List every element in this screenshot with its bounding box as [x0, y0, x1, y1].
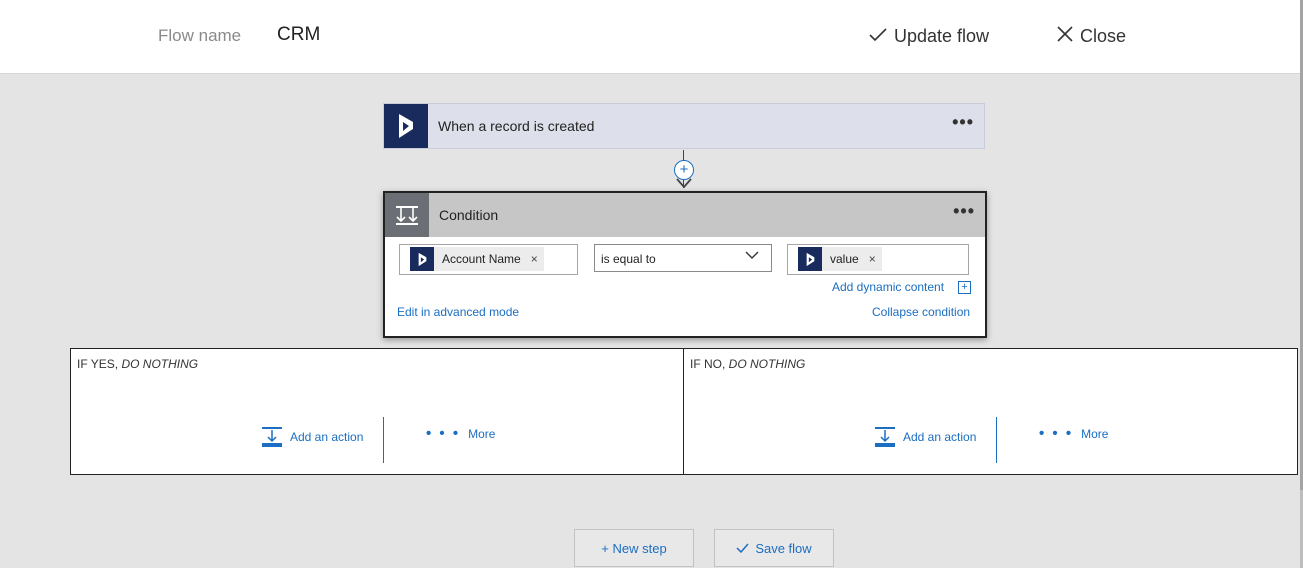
checkmark-icon [736, 543, 749, 553]
update-flow-button[interactable]: Update flow [869, 26, 989, 47]
close-label: Close [1080, 26, 1127, 46]
add-action-icon [262, 427, 282, 447]
no-more-button[interactable]: • • • More [1039, 425, 1109, 442]
add-action-label: Add an action [290, 430, 364, 444]
value-token[interactable]: value × [798, 247, 882, 271]
dynamics-icon [798, 247, 822, 271]
add-dynamic-content-icon[interactable]: + [958, 281, 971, 294]
remove-token-icon[interactable]: × [869, 252, 876, 266]
insert-step-plus-icon[interactable]: + [674, 160, 694, 180]
new-step-label: + New step [601, 540, 667, 556]
no-add-action-button[interactable]: Add an action [875, 427, 976, 447]
remove-token-icon[interactable]: × [531, 252, 538, 266]
branch-divider [996, 417, 997, 463]
checkmark-icon [869, 26, 887, 47]
add-dynamic-content-link[interactable]: Add dynamic content [832, 280, 944, 294]
arrow-down-icon [676, 178, 692, 189]
flow-name-input[interactable]: CRM [277, 24, 320, 46]
if-no-branch: IF NO, DO NOTHING Add an action • • • Mo… [683, 348, 1298, 475]
save-flow-button[interactable]: Save flow [714, 529, 834, 567]
add-action-label: Add an action [903, 430, 977, 444]
yes-add-action-button[interactable]: Add an action [262, 427, 363, 447]
token-label: value [830, 252, 859, 266]
chevron-down-icon [745, 251, 759, 259]
more-label: More [468, 427, 496, 441]
dynamics-icon [384, 104, 428, 148]
close-button[interactable]: Close [1057, 26, 1126, 47]
condition-menu-button[interactable]: ••• [953, 202, 975, 220]
account-name-token[interactable]: Account Name × [410, 247, 544, 271]
token-label: Account Name [442, 252, 521, 266]
condition-icon [385, 193, 429, 237]
condition-right-operand-field[interactable]: value × [787, 244, 969, 275]
flow-name-label: Flow name [158, 26, 242, 45]
more-label: More [1081, 427, 1109, 441]
new-step-button[interactable]: + New step [574, 529, 694, 567]
trigger-title: When a record is created [438, 118, 595, 134]
top-bar: Flow name CRM Update flow Close [0, 0, 1300, 74]
trigger-menu-button[interactable]: ••• [952, 113, 974, 131]
branch-divider [383, 417, 384, 463]
if-yes-branch: IF YES, DO NOTHING Add an action • • • M… [70, 348, 685, 475]
yes-more-button[interactable]: • • • More [426, 425, 496, 442]
operator-select[interactable]: is equal to [594, 244, 772, 272]
save-flow-label: Save flow [755, 540, 812, 556]
more-dots-icon: • • • [1039, 425, 1074, 442]
update-flow-label: Update flow [894, 26, 990, 46]
operator-value: is equal to [601, 252, 656, 266]
trigger-card[interactable]: When a record is created ••• [383, 103, 985, 149]
more-dots-icon: • • • [426, 425, 461, 442]
close-icon [1057, 26, 1073, 47]
condition-header[interactable]: Condition ••• [385, 193, 985, 237]
dynamics-icon [410, 247, 434, 271]
collapse-condition-link[interactable]: Collapse condition [872, 305, 970, 319]
if-yes-label: IF YES, DO NOTHING [77, 357, 199, 371]
add-action-icon [875, 427, 895, 447]
if-no-label: IF NO, DO NOTHING [690, 357, 806, 371]
edit-advanced-mode-link[interactable]: Edit in advanced mode [397, 305, 519, 319]
condition-left-operand-field[interactable]: Account Name × [399, 244, 578, 275]
condition-title: Condition [439, 207, 499, 223]
condition-card: Condition ••• Account Name × is equal to… [383, 191, 987, 338]
